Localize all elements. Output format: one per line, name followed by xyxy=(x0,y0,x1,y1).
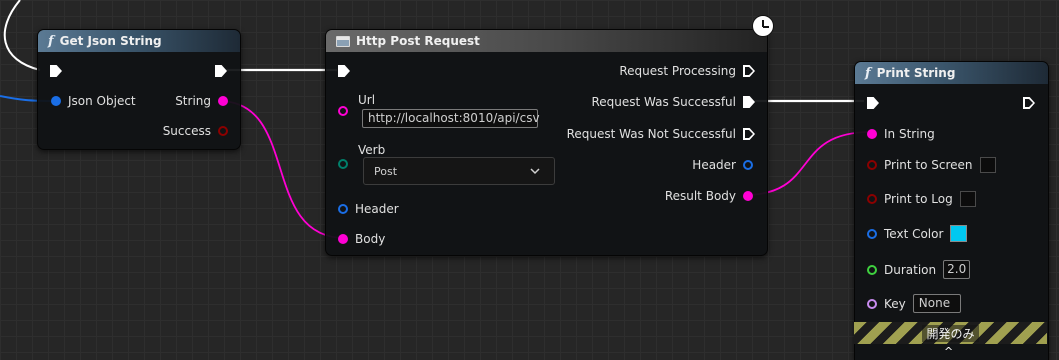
key-label: Key xyxy=(884,296,906,311)
string-pin-icon[interactable] xyxy=(743,191,753,201)
print-exec-out[interactable] xyxy=(1023,97,1035,109)
text-color-label: Text Color xyxy=(884,226,944,241)
byte-pin-icon[interactable] xyxy=(338,159,348,169)
string-pin-icon[interactable] xyxy=(218,96,228,106)
latent-clock-icon xyxy=(752,15,774,37)
header-input-label: Header xyxy=(355,202,399,216)
bool-pin-icon[interactable] xyxy=(867,160,877,170)
verb-label: Verb xyxy=(358,143,386,157)
print-to-screen-input[interactable]: Print to Screen xyxy=(867,157,996,173)
result-body-output[interactable]: Result Body xyxy=(665,189,753,203)
print-to-log-label: Print to Log xyxy=(884,192,953,206)
print-to-screen-label: Print to Screen xyxy=(884,158,973,172)
chevron-down-icon xyxy=(530,168,540,175)
print-string-node[interactable]: f Print String In String Print to Screen… xyxy=(854,61,1049,360)
bool-pin-icon[interactable] xyxy=(218,126,228,136)
json-object-input[interactable]: Json Object xyxy=(51,94,136,108)
struct-pin-icon[interactable] xyxy=(51,96,61,106)
print-to-log-checkbox[interactable] xyxy=(959,191,976,207)
float-pin-icon[interactable] xyxy=(867,264,877,275)
struct-pin-icon[interactable] xyxy=(338,204,348,214)
exec-in-pin-icon[interactable] xyxy=(338,65,350,77)
key-input[interactable]: Key None xyxy=(867,294,961,313)
print-string-header[interactable]: f Print String xyxy=(855,62,1048,84)
text-color-swatch[interactable] xyxy=(950,225,968,242)
exec-out-pin-icon[interactable] xyxy=(743,128,755,140)
request-processing-output[interactable]: Request Processing xyxy=(619,64,755,78)
http-post-request-node[interactable]: Http Post Request Url http://localhost:8… xyxy=(325,29,768,256)
name-pin-icon[interactable] xyxy=(867,298,877,309)
print-to-log-input[interactable]: Print to Log xyxy=(867,191,976,207)
duration-input[interactable]: Duration 2.0 xyxy=(867,260,971,279)
duration-label: Duration xyxy=(884,262,937,277)
string-pin-icon[interactable] xyxy=(338,234,348,244)
http-post-request-title: Http Post Request xyxy=(356,34,480,48)
key-field[interactable]: None xyxy=(912,294,961,313)
exec-wire-incoming xyxy=(3,0,41,71)
http-window-icon xyxy=(336,35,350,47)
text-color-input[interactable]: Text Color xyxy=(867,225,968,242)
verb-label-row: Verb xyxy=(358,143,385,157)
body-input[interactable]: Body xyxy=(338,232,385,246)
string-pin-icon[interactable] xyxy=(338,106,348,116)
function-icon: f xyxy=(48,33,54,49)
string-pin-icon[interactable] xyxy=(867,129,877,139)
url-field[interactable]: http://localhost:8010/api/csv xyxy=(362,109,540,128)
get-json-exec-out[interactable] xyxy=(215,65,227,77)
verb-dropdown-value: Post xyxy=(374,164,398,178)
success-output-label: Success xyxy=(162,124,211,138)
verb-dropdown[interactable]: Post xyxy=(363,157,555,185)
struct-pin-icon[interactable] xyxy=(743,160,753,170)
print-string-title: Print String xyxy=(876,66,956,80)
verb-input[interactable] xyxy=(338,159,348,169)
http-exec-in[interactable] xyxy=(338,65,350,77)
success-output[interactable]: Success xyxy=(163,124,228,138)
development-only-banner: 開発のみ xyxy=(854,322,1047,344)
string-output[interactable]: String xyxy=(175,94,228,108)
request-successful-output[interactable]: Request Was Successful xyxy=(591,95,755,109)
request-not-successful-output[interactable]: Request Was Not Successful xyxy=(567,127,755,141)
collapse-caret-icon[interactable]: ^ xyxy=(944,345,953,358)
request-not-successful-label: Request Was Not Successful xyxy=(566,127,736,141)
get-json-string-title: Get Json String xyxy=(59,34,162,48)
development-only-label: 開発のみ xyxy=(922,324,979,342)
get-json-string-node[interactable]: f Get Json String Json Object String Suc… xyxy=(37,29,241,150)
print-to-screen-checkbox[interactable] xyxy=(979,157,996,173)
result-body-label: Result Body xyxy=(664,189,736,203)
url-label-row: Url xyxy=(358,93,375,107)
duration-field[interactable]: 2.0 xyxy=(943,260,971,279)
url-label: Url xyxy=(358,93,376,107)
exec-in-pin-icon[interactable] xyxy=(867,97,879,109)
exec-in-pin-icon[interactable] xyxy=(50,65,62,77)
request-successful-label: Request Was Successful xyxy=(591,95,736,109)
print-exec-in[interactable] xyxy=(867,97,879,109)
struct-pin-icon[interactable] xyxy=(867,228,877,239)
exec-out-pin-icon[interactable] xyxy=(1023,97,1035,109)
in-string-input[interactable]: In String xyxy=(867,127,935,141)
url-input[interactable] xyxy=(338,100,348,116)
exec-out-pin-icon[interactable] xyxy=(215,65,227,77)
exec-out-pin-icon[interactable] xyxy=(743,96,755,108)
header-output[interactable]: Header xyxy=(692,158,753,172)
string-output-label: String xyxy=(175,94,211,108)
header-output-label: Header xyxy=(692,158,736,172)
get-json-exec-in[interactable] xyxy=(50,65,62,77)
http-post-request-header[interactable]: Http Post Request xyxy=(326,30,767,52)
function-icon: f xyxy=(865,65,871,81)
get-json-string-header[interactable]: f Get Json String xyxy=(38,30,240,52)
in-string-label: In String xyxy=(884,127,935,141)
request-processing-label: Request Processing xyxy=(619,64,736,78)
json-object-label: Json Object xyxy=(68,94,136,108)
bool-pin-icon[interactable] xyxy=(867,194,877,204)
header-input[interactable]: Header xyxy=(338,202,399,216)
body-input-label: Body xyxy=(355,232,386,246)
exec-out-pin-icon[interactable] xyxy=(743,65,755,77)
